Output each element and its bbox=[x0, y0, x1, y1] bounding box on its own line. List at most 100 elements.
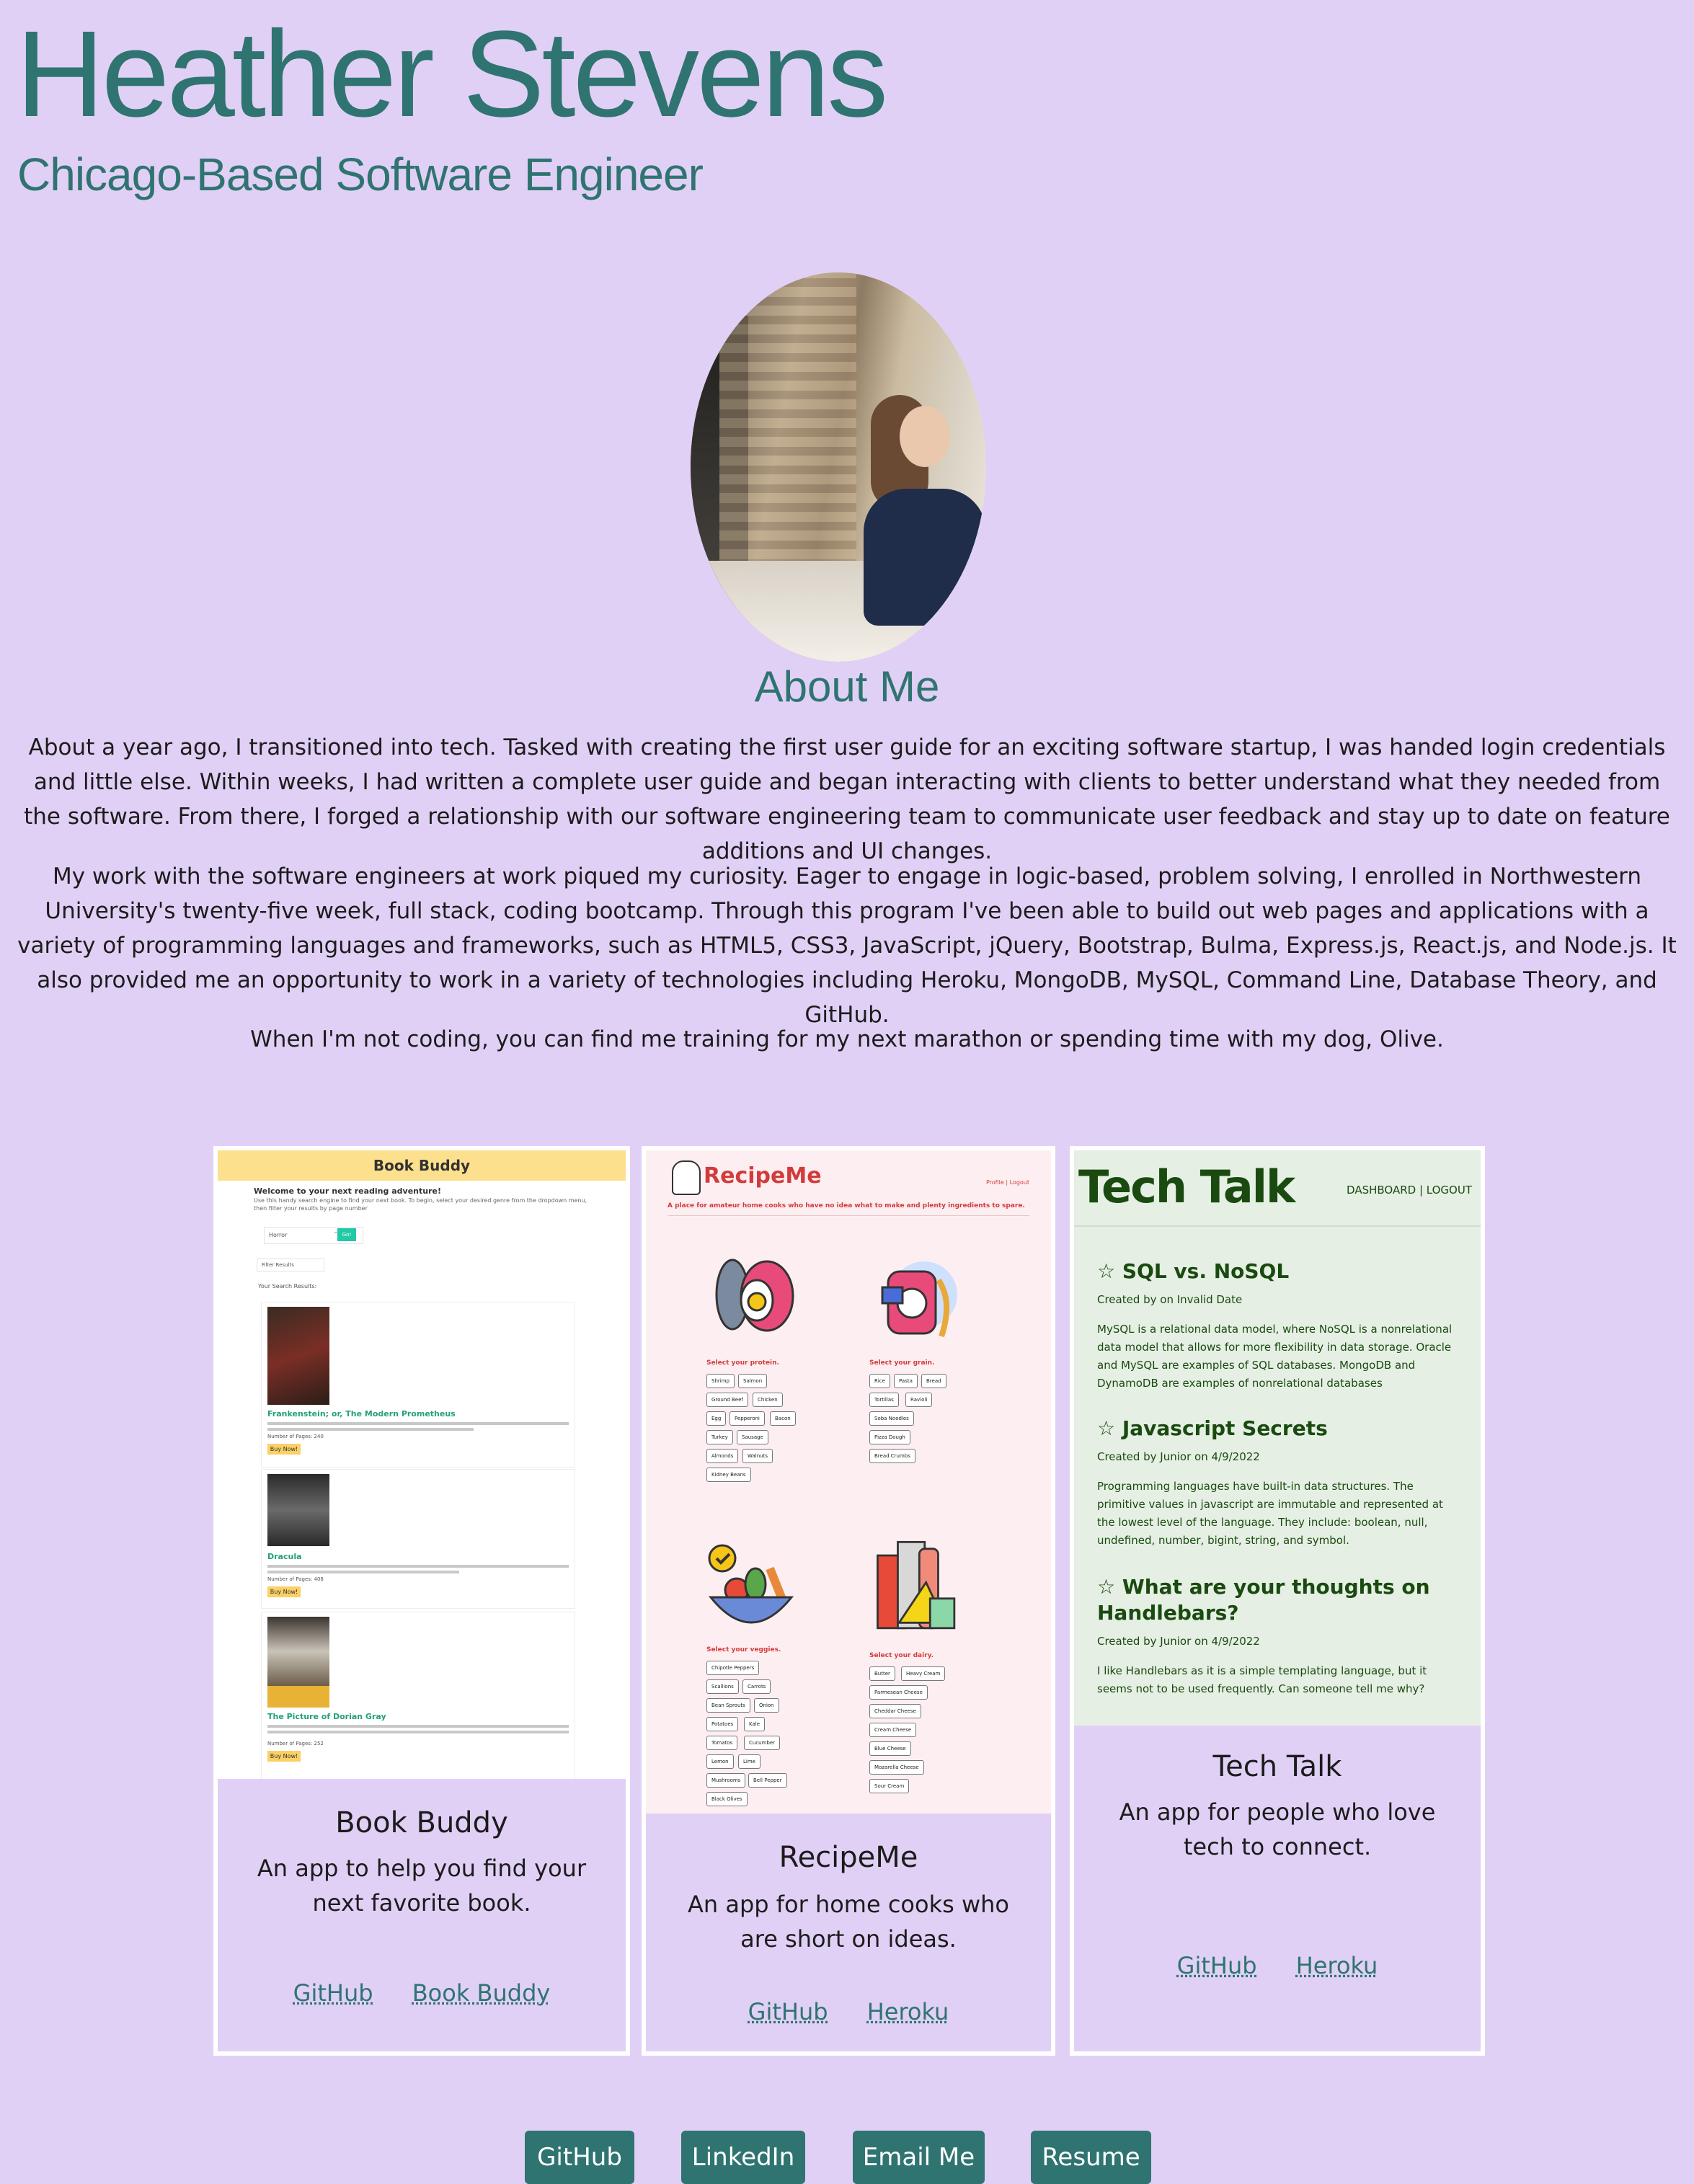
rm-chip: Walnuts bbox=[742, 1449, 773, 1463]
bb-book-card: Frankenstein; or, The Modern Prometheus … bbox=[261, 1302, 575, 1468]
bb-book-teaser bbox=[267, 1428, 474, 1431]
rm-chip: Soba Noodles bbox=[869, 1411, 914, 1426]
tt-nav: DASHBOARD | LOGOUT bbox=[1347, 1184, 1472, 1197]
about-paragraph-1: About a year ago, I transitioned into te… bbox=[24, 734, 1670, 864]
about-title: About Me bbox=[754, 662, 940, 711]
bb-book-teaser bbox=[267, 1731, 569, 1734]
rm-chip: Pizza Dough bbox=[869, 1430, 910, 1444]
bb-book-title: Dracula bbox=[267, 1552, 302, 1561]
rm-chip: Blue Cheese bbox=[869, 1741, 911, 1756]
tt-post-body: Programming languages have built-in data… bbox=[1097, 1480, 1443, 1547]
rm-chip: Bean Sprouts bbox=[706, 1698, 750, 1713]
rm-chip: Almonds bbox=[706, 1449, 739, 1463]
rm-chip: Black Olives bbox=[706, 1792, 748, 1806]
rm-chip: Pasta bbox=[894, 1374, 918, 1388]
rm-chip: Egg bbox=[706, 1411, 727, 1426]
rm-veggie-label: Select your veggies. bbox=[706, 1646, 781, 1653]
rm-chip: Tortillas bbox=[869, 1393, 899, 1407]
tt-post-title: ☆ SQL vs. NoSQL bbox=[1097, 1259, 1290, 1283]
tt-post-meta: Created by Junior on 4/9/2022 bbox=[1097, 1635, 1260, 1648]
dairy-icon bbox=[877, 1540, 956, 1630]
project-links: GitHub Book Buddy bbox=[218, 1979, 626, 2007]
bb-book-cover bbox=[267, 1617, 329, 1686]
rm-chip: Cheddar Cheese bbox=[869, 1704, 921, 1718]
rm-chip: Sausage bbox=[737, 1430, 768, 1444]
bb-go-button: Go! bbox=[337, 1228, 356, 1241]
site-subtitle: Chicago-Based Software Engineer bbox=[17, 148, 704, 200]
bb-book-pages: Number of Pages: 252 bbox=[267, 1741, 324, 1746]
rm-nav: Profile | Logout bbox=[985, 1179, 1029, 1186]
bb-welcome: Welcome to your next reading adventure! bbox=[254, 1186, 441, 1196]
rm-chip: Tomatos bbox=[706, 1736, 738, 1750]
bb-book-title: The Picture of Dorian Gray bbox=[267, 1712, 386, 1721]
github-link[interactable]: GitHub bbox=[293, 1979, 373, 2007]
project-links: GitHub Heroku bbox=[1074, 1952, 1481, 1979]
bb-buy-button: Buy Now! bbox=[267, 1751, 301, 1762]
rm-chip: Bell Pepper bbox=[748, 1773, 787, 1788]
heroku-link[interactable]: Heroku bbox=[867, 1998, 949, 2025]
rm-chip: Carrots bbox=[742, 1679, 771, 1694]
project-description: An app for people who love tech to conne… bbox=[1119, 1798, 1436, 1860]
tt-post-body: MySQL is a relational data model, where … bbox=[1097, 1323, 1453, 1390]
bb-book-pages: Number of Pages: 240 bbox=[267, 1434, 324, 1439]
about-paragraph-2: My work with the software engineers at w… bbox=[17, 864, 1677, 1028]
bb-book-cover-band bbox=[267, 1686, 329, 1708]
rm-chip: Ravioli bbox=[905, 1393, 933, 1407]
profile-photo bbox=[691, 272, 986, 662]
linkedin-button[interactable]: LinkedIn bbox=[681, 2131, 805, 2184]
rm-chip: Cream Cheese bbox=[869, 1723, 917, 1737]
bb-buy-button: Buy Now! bbox=[267, 1586, 301, 1597]
bb-book-cover bbox=[267, 1307, 329, 1405]
veggie-bowl-icon bbox=[708, 1544, 794, 1624]
rm-chip: Bacon bbox=[770, 1411, 796, 1426]
bb-book-pages: Number of Pages: 408 bbox=[267, 1576, 324, 1582]
rm-chip: Sour Cream bbox=[869, 1779, 910, 1793]
github-link[interactable]: GitHub bbox=[1177, 1952, 1257, 1979]
tech-talk-screenshot[interactable]: Tech Talk DASHBOARD | LOGOUT ☆ SQL vs. N… bbox=[1074, 1150, 1481, 1726]
rm-chip: Scallions bbox=[706, 1679, 739, 1694]
live-link[interactable]: Book Buddy bbox=[412, 1979, 551, 2007]
rm-chip: Parmesean Cheese bbox=[869, 1685, 928, 1700]
bb-book-teaser bbox=[267, 1422, 569, 1425]
rm-chip: Rice bbox=[869, 1374, 890, 1388]
site-title: Heather Stevens bbox=[16, 6, 888, 143]
github-button[interactable]: GitHub bbox=[525, 2131, 634, 2184]
rm-chip: Ground Beef bbox=[706, 1393, 748, 1407]
project-title: RecipeMe bbox=[779, 1841, 918, 1874]
project-card-tech-talk: Tech Talk DASHBOARD | LOGOUT ☆ SQL vs. N… bbox=[1070, 1146, 1485, 2056]
photo-person-face bbox=[900, 406, 950, 467]
bb-header: Book Buddy bbox=[218, 1150, 626, 1181]
book-buddy-screenshot[interactable]: Book Buddy Welcome to your next reading … bbox=[218, 1150, 626, 1779]
rm-tagline: A place for amateur home cooks who have … bbox=[668, 1202, 1025, 1209]
rm-chip: Mushrooms bbox=[706, 1773, 746, 1788]
project-description: An app for home cooks who are short on i… bbox=[688, 1891, 1009, 1953]
github-link[interactable]: GitHub bbox=[748, 1998, 828, 2025]
recipeme-screenshot[interactable]: RecipeMe Profile | Logout A place for am… bbox=[646, 1150, 1051, 1814]
rm-chip: Chicken bbox=[753, 1393, 783, 1407]
project-title: Tech Talk bbox=[1212, 1750, 1342, 1783]
bb-book-teaser bbox=[267, 1571, 459, 1573]
project-description: An app to help you find your next favori… bbox=[257, 1855, 587, 1917]
bb-book-teaser bbox=[267, 1725, 569, 1728]
rm-chip: Kale bbox=[744, 1717, 766, 1731]
bb-results-label: Your Search Results: bbox=[258, 1283, 317, 1289]
tt-post-meta: Created by on Invalid Date bbox=[1097, 1293, 1243, 1306]
heroku-link[interactable]: Heroku bbox=[1296, 1952, 1378, 1979]
email-button[interactable]: Email Me bbox=[853, 2131, 985, 2184]
fish-egg-icon bbox=[715, 1259, 794, 1332]
resume-button[interactable]: Resume bbox=[1031, 2131, 1151, 2184]
rm-logo: RecipeMe bbox=[704, 1163, 822, 1189]
rm-chip: Salmon bbox=[738, 1374, 768, 1388]
project-card-recipeme: RecipeMe Profile | Logout A place for am… bbox=[642, 1146, 1055, 2056]
rm-chip: Pepperoni bbox=[730, 1411, 765, 1426]
rm-chip: Onion bbox=[754, 1698, 779, 1713]
bb-book-teaser bbox=[267, 1565, 569, 1568]
bb-book-title: Frankenstein; or, The Modern Prometheus bbox=[267, 1409, 456, 1419]
chef-hat-icon bbox=[672, 1160, 701, 1195]
tt-logo: Tech Talk bbox=[1078, 1160, 1295, 1213]
project-card-book-buddy: Book Buddy Welcome to your next reading … bbox=[213, 1146, 630, 2056]
rm-chip: Heavy Cream bbox=[901, 1666, 946, 1681]
rm-chip: Turkey bbox=[706, 1430, 733, 1444]
rm-divider bbox=[668, 1215, 1029, 1216]
project-title: Book Buddy bbox=[335, 1806, 508, 1839]
